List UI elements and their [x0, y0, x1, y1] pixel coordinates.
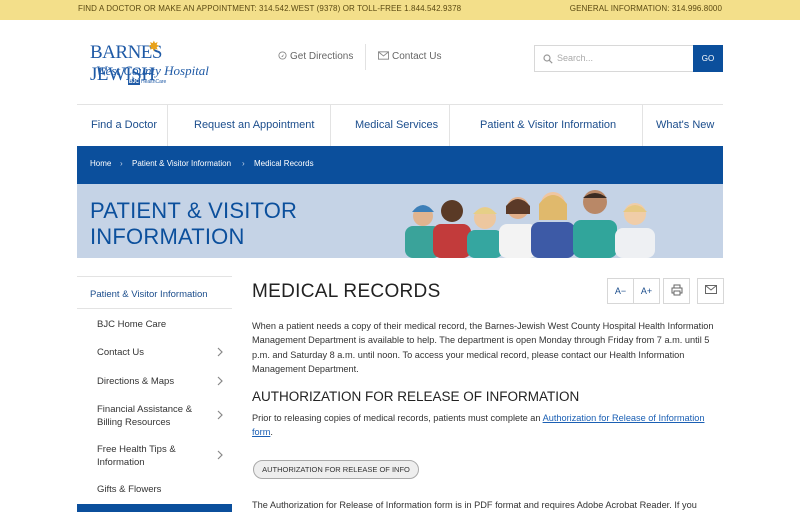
bjc-badge: BJC HealthCare [128, 79, 166, 85]
print-button[interactable] [663, 278, 690, 304]
sidebar-item-bjc-home-care[interactable]: BJC Home Care [97, 318, 227, 331]
breadcrumb-home[interactable]: Home [90, 159, 111, 168]
breadcrumb-current-page: Medical Records [254, 159, 314, 168]
utility-divider [365, 44, 366, 70]
authorization-text: Prior to releasing copies of medical rec… [252, 413, 543, 423]
main-navigation: Find a Doctor Request an Appointment Med… [77, 104, 723, 146]
hero-banner: PATIENT & VISITOR INFORMATION [77, 184, 723, 258]
search-input[interactable] [557, 49, 687, 67]
sidebar-item-patient-visitor-info[interactable]: Patient & Visitor Information [77, 276, 232, 309]
email-page-button[interactable] [697, 278, 724, 304]
sidebar-nav: Patient & Visitor Information BJC Home C… [77, 276, 232, 512]
staff-group-photo [397, 184, 723, 258]
sidebar-item-directions-maps[interactable]: Directions & Maps [97, 375, 227, 388]
nav-whats-new[interactable]: What's New [656, 105, 714, 146]
nav-divider [167, 105, 168, 146]
get-directions-link[interactable]: Get Directions [278, 51, 353, 62]
nav-divider [330, 105, 331, 146]
hero-title-line2: INFORMATION [90, 224, 245, 249]
sidebar-next-item-highlight[interactable] [77, 504, 232, 512]
bjc-badge-text: HealthCare [141, 79, 167, 85]
appointment-phone-text: FIND A DOCTOR OR MAKE AN APPOINTMENT: 31… [78, 4, 462, 13]
nav-divider [449, 105, 450, 146]
search-box [534, 45, 694, 72]
intro-paragraph: When a patient needs a copy of their med… [252, 321, 714, 375]
breadcrumb-chevron-icon: › [120, 159, 123, 168]
nav-divider [642, 105, 643, 146]
location-icon [278, 51, 287, 60]
chevron-right-icon [217, 376, 223, 386]
print-icon [671, 284, 682, 296]
hero-title-line1: PATIENT & VISITOR [90, 198, 298, 223]
authorization-release-button[interactable]: AUTHORIZATION FOR RELEASE OF INFO [253, 460, 419, 479]
breadcrumb-chevron-icon: › [242, 159, 245, 168]
nav-medical-services[interactable]: Medical Services [355, 105, 438, 146]
chevron-right-icon [217, 410, 223, 420]
sidebar-item-free-health-tips[interactable]: Free Health Tips & Information [97, 443, 197, 469]
top-info-bar: FIND A DOCTOR OR MAKE AN APPOINTMENT: 31… [0, 0, 800, 20]
authorization-paragraph: Prior to releasing copies of medical rec… [252, 411, 724, 440]
envelope-icon [704, 285, 717, 294]
general-info-phone-text: GENERAL INFORMATION: 314.996.8000 [569, 4, 722, 13]
envelope-icon [378, 51, 389, 60]
breadcrumb: Home › Patient & Visitor Information › M… [77, 146, 723, 184]
hospital-logo[interactable]: BARNES JEWISH ✸ West County Hospital BJC… [90, 38, 220, 88]
pdf-note-paragraph: The Authorization for Release of Informa… [252, 500, 697, 510]
nav-find-a-doctor[interactable]: Find a Doctor [91, 105, 157, 146]
sidebar-active-label: Patient & Visitor Information [90, 289, 208, 300]
search-go-button[interactable]: GO [693, 45, 723, 72]
authorization-heading: AUTHORIZATION FOR RELEASE OF INFORMATION [252, 389, 580, 404]
chevron-right-icon [217, 450, 223, 460]
search-icon [543, 54, 553, 64]
authorization-text-end: . [270, 427, 273, 438]
contact-us-label: Contact Us [392, 51, 442, 62]
decrease-font-button[interactable]: A− [607, 278, 634, 304]
increase-font-button[interactable]: A+ [633, 278, 660, 304]
logo-line2: West County Hospital [96, 63, 209, 78]
chevron-right-icon [217, 347, 223, 357]
nav-request-appointment[interactable]: Request an Appointment [194, 105, 314, 146]
sidebar-item-gifts-flowers[interactable]: Gifts & Flowers [97, 483, 227, 496]
nav-patient-visitor-info[interactable]: Patient & Visitor Information [480, 105, 616, 146]
bjc-badge-mark: BJC [128, 79, 141, 85]
get-directions-label: Get Directions [290, 51, 354, 62]
contact-us-link[interactable]: Contact Us [378, 51, 441, 62]
breadcrumb-patient-visitor-info[interactable]: Patient & Visitor Information [132, 159, 231, 168]
sidebar-item-financial-assistance[interactable]: Financial Assistance & Billing Resources [97, 403, 209, 429]
logo-star-icon: ✸ [148, 38, 160, 54]
sidebar-item-contact-us[interactable]: Contact Us [97, 346, 227, 359]
page-title: MEDICAL RECORDS [252, 281, 441, 302]
